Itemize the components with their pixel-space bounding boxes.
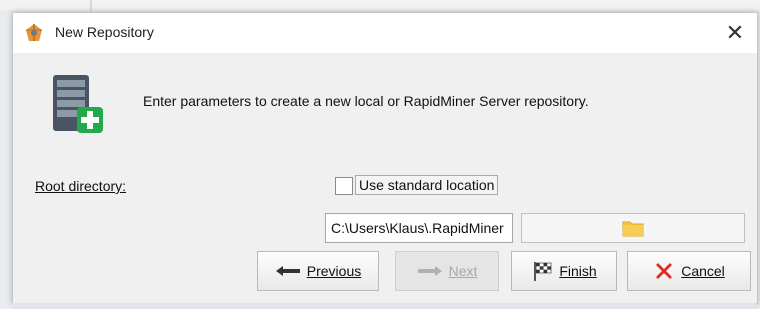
next-button[interactable]: Next bbox=[395, 251, 499, 291]
next-label: Next bbox=[448, 263, 478, 279]
close-icon: ✕ bbox=[725, 20, 745, 45]
background-divider bbox=[90, 0, 92, 12]
previous-button[interactable]: Previous bbox=[257, 251, 379, 291]
browse-folder-button[interactable] bbox=[521, 213, 745, 243]
folder-icon bbox=[622, 221, 644, 237]
server-add-icon bbox=[53, 75, 103, 133]
dialog-title: New Repository bbox=[55, 24, 154, 40]
previous-label: Previous bbox=[306, 263, 362, 279]
use-standard-location-checkbox[interactable] bbox=[335, 177, 353, 195]
root-directory-input[interactable] bbox=[326, 214, 511, 242]
red-x-icon bbox=[656, 263, 673, 279]
arrow-left-icon bbox=[275, 266, 300, 276]
root-directory-field[interactable] bbox=[325, 213, 513, 243]
background-window-bottom bbox=[12, 303, 756, 309]
cancel-label: Cancel bbox=[681, 263, 725, 279]
finish-label: Finish bbox=[559, 263, 597, 279]
new-repository-dialog: New Repository ✕ Enter parameters to cre… bbox=[12, 12, 758, 304]
root-directory-label: Root directory: bbox=[35, 178, 126, 194]
arrow-right-icon bbox=[417, 266, 442, 276]
background-window bbox=[0, 0, 760, 10]
checkered-flag-icon bbox=[534, 262, 552, 281]
dialog-description: Enter parameters to create a new local o… bbox=[143, 93, 589, 109]
rapidminer-logo-icon bbox=[26, 24, 42, 41]
root-directory-label-text: Root directory: bbox=[35, 178, 127, 194]
cancel-button[interactable]: Cancel bbox=[627, 251, 751, 291]
use-standard-location-label[interactable]: Use standard location bbox=[355, 175, 499, 195]
finish-button[interactable]: Finish bbox=[511, 251, 617, 291]
title-bar: New Repository ✕ bbox=[13, 13, 757, 53]
close-button[interactable]: ✕ bbox=[713, 13, 757, 53]
